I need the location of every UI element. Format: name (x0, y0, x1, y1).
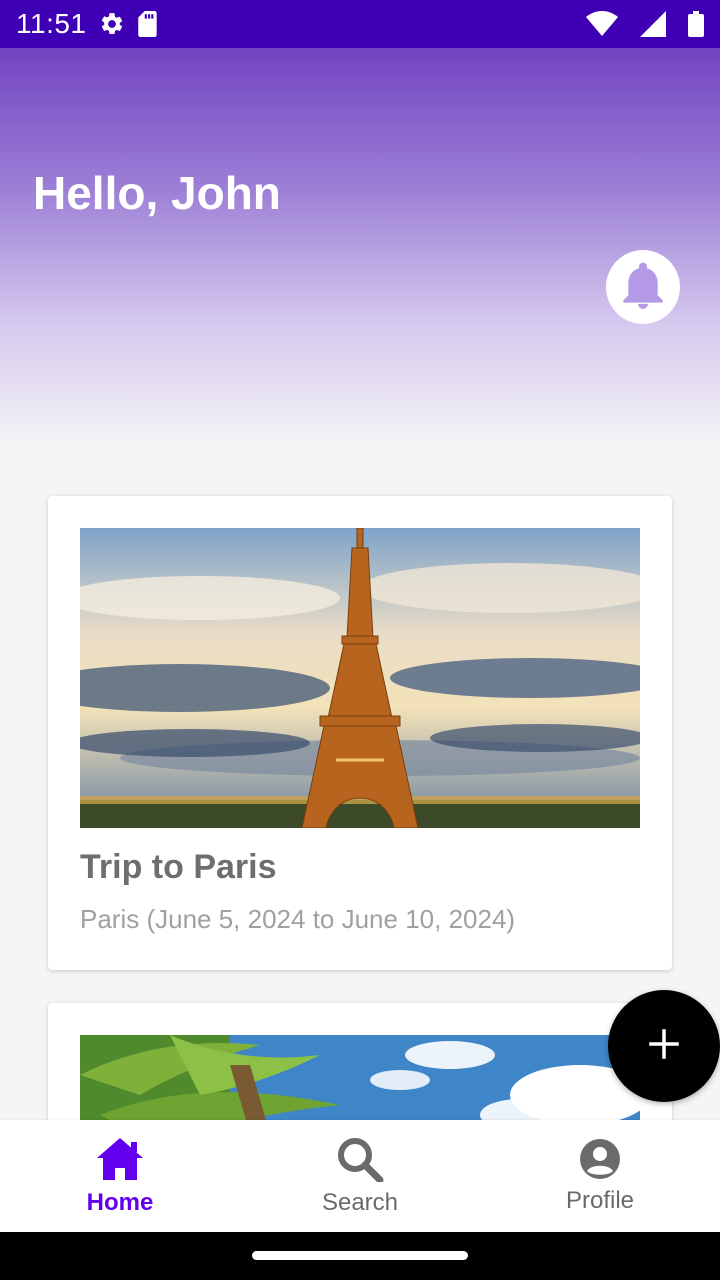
notifications-button[interactable] (606, 250, 680, 324)
greeting-title: Hello, John (33, 167, 281, 219)
trip-image-eiffel-tower (80, 528, 640, 828)
bottom-navigation: Home Search Profile (0, 1120, 720, 1232)
nav-search-label: Search (321, 1188, 399, 1216)
battery-icon (688, 11, 704, 37)
nav-profile[interactable]: Profile (480, 1120, 720, 1232)
account-circle-icon (579, 1138, 621, 1185)
plus-icon (649, 1028, 679, 1064)
trip-subtitle: Paris (June 5, 2024 to June 10, 2024) (80, 904, 516, 934)
home-gesture-handle[interactable] (252, 1251, 468, 1260)
wifi-icon (586, 11, 618, 37)
status-bar: 11:51 (0, 0, 720, 48)
gear-icon (99, 11, 125, 37)
status-time: 11:51 (16, 8, 87, 39)
home-icon (95, 1136, 145, 1187)
status-icons-right (574, 11, 704, 37)
nav-home-label: Home (86, 1188, 154, 1216)
nav-search[interactable]: Search (240, 1120, 480, 1232)
add-trip-button[interactable] (608, 990, 720, 1102)
nav-profile-label: Profile (565, 1186, 635, 1214)
bell-icon (621, 261, 665, 314)
signal-icon (640, 11, 666, 37)
sd-card-icon (137, 11, 159, 37)
header-banner: Hello, John (0, 48, 720, 448)
trip-title: Trip to Paris (80, 848, 277, 886)
trip-card[interactable]: Trip to Paris Paris (June 5, 2024 to Jun… (48, 496, 672, 970)
search-icon (336, 1136, 384, 1187)
system-navigation-bar (0, 1232, 720, 1280)
nav-home[interactable]: Home (0, 1120, 240, 1232)
